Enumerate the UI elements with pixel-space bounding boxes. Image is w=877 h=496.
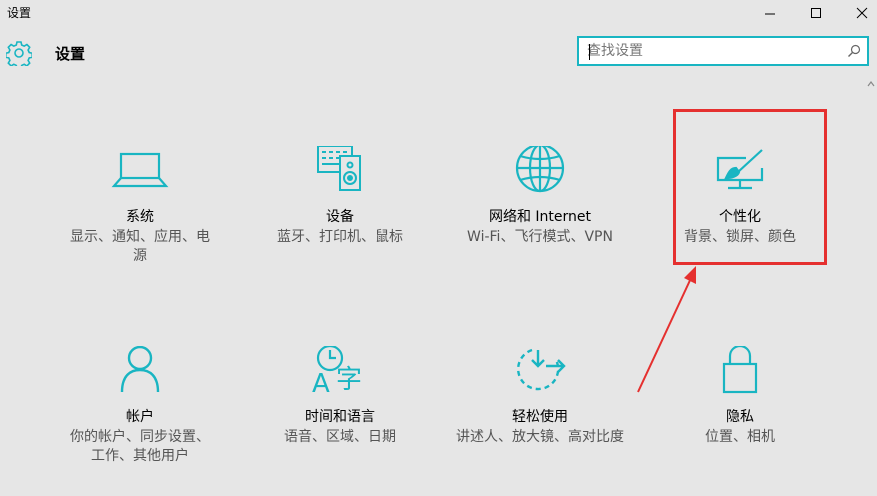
tile-name: 系统	[126, 209, 154, 225]
tile-description: 讲述人、放大镜、高对比度	[456, 429, 624, 445]
search-icon[interactable]	[847, 44, 861, 58]
tile-name: 设备	[326, 209, 354, 225]
page-title: 设置	[55, 45, 86, 63]
lock-icon	[722, 346, 758, 394]
tile-name: 时间和语言	[305, 409, 375, 425]
tile-description: 语音、区域、日期	[284, 429, 396, 445]
annotation-arrow	[637, 266, 696, 393]
devices-icon	[317, 146, 361, 191]
tile-network[interactable]: 网络和 Internet Wi-Fi、飞行模式、VPN	[455, 146, 625, 296]
highlight-box	[673, 109, 827, 265]
svg-text:A: A	[312, 369, 330, 399]
svg-text:字: 字	[336, 365, 362, 395]
tile-system[interactable]: 系统 显示、通知、应用、电源	[65, 146, 215, 296]
tile-name: 网络和 Internet	[488, 209, 592, 225]
close-button[interactable]	[839, 0, 877, 26]
tile-time-language[interactable]: A 字 时间和语言 语音、区域、日期	[265, 346, 415, 496]
search-input[interactable]	[587, 42, 837, 60]
scrollbar[interactable]	[865, 80, 877, 493]
laptop-icon	[111, 152, 169, 188]
tile-name: 帐户	[126, 409, 154, 425]
search-box[interactable]	[577, 36, 869, 66]
scroll-up-icon[interactable]	[867, 80, 875, 88]
time-language-icon: A 字	[312, 346, 362, 399]
tile-accounts[interactable]: 帐户 你的帐户、同步设置、工作、其他用户	[65, 346, 215, 496]
gear-icon	[6, 41, 32, 66]
tile-devices[interactable]: 设备 蓝牙、打印机、鼠标	[265, 146, 415, 296]
tile-description: 显示、通知、应用、电源	[70, 229, 210, 264]
globe-icon	[515, 146, 565, 193]
tile-description: 你的帐户、同步设置、工作、其他用户	[70, 429, 210, 464]
tile-description: Wi-Fi、飞行模式、VPN	[467, 229, 613, 245]
tile-description: 蓝牙、打印机、鼠标	[277, 229, 403, 245]
window-title: 设置	[7, 6, 32, 20]
tile-name: 隐私	[726, 409, 754, 425]
maximize-icon	[811, 8, 821, 18]
tile-ease-of-access[interactable]: 轻松使用 讲述人、放大镜、高对比度	[455, 346, 625, 496]
tile-description: 位置、相机	[705, 429, 775, 445]
ease-of-access-icon	[516, 348, 566, 391]
maximize-button[interactable]	[793, 0, 839, 26]
text-caret	[589, 44, 590, 60]
close-icon	[856, 7, 868, 19]
person-icon	[120, 346, 160, 393]
minimize-icon	[765, 13, 775, 15]
tile-name: 轻松使用	[512, 409, 568, 425]
title-bar: 设置	[0, 0, 877, 26]
minimize-button[interactable]	[747, 0, 793, 26]
